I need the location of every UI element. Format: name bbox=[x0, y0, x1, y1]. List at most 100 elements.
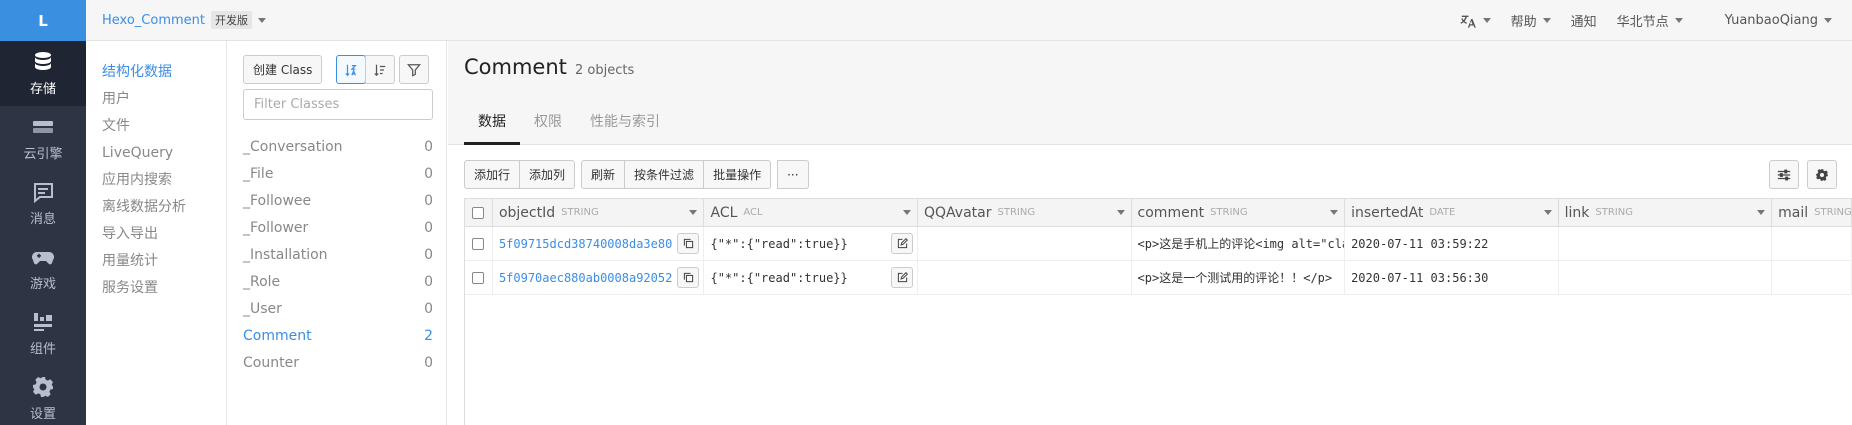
help-menu[interactable]: 帮助 bbox=[1511, 11, 1551, 30]
subnav-item-livequery[interactable]: LiveQuery bbox=[86, 140, 226, 167]
filter-classes-button[interactable] bbox=[399, 55, 430, 84]
rail-item-settings[interactable]: 设置 bbox=[0, 366, 86, 425]
copy-icon bbox=[683, 238, 694, 249]
rail-item-game[interactable]: 游戏 bbox=[0, 236, 86, 301]
column-header-qqavatar[interactable]: QQAvatar STRING bbox=[918, 199, 1132, 226]
select-all-cell bbox=[465, 199, 493, 226]
tab-indexes[interactable]: 性能与索引 bbox=[576, 103, 674, 145]
subnav-item-import-export[interactable]: 导入导出 bbox=[86, 221, 226, 248]
subnav-item-offline-analysis[interactable]: 离线数据分析 bbox=[86, 194, 226, 221]
rail-item-label: 存储 bbox=[29, 82, 56, 97]
class-item-installation[interactable]: _Installation 0 bbox=[243, 241, 433, 268]
edit-acl-button[interactable] bbox=[891, 267, 914, 288]
rail-item-message[interactable]: 消息 bbox=[0, 171, 86, 236]
sort-by-name-button[interactable] bbox=[336, 55, 367, 84]
qqavatar-cell[interactable] bbox=[918, 261, 1132, 294]
app-logo[interactable]: L bbox=[0, 0, 86, 41]
chevron-down-icon[interactable] bbox=[1543, 210, 1552, 215]
copy-button[interactable] bbox=[677, 267, 700, 288]
subnav-item-service-settings[interactable]: 服务设置 bbox=[86, 275, 226, 302]
subnav-item-files[interactable]: 文件 bbox=[86, 113, 226, 140]
class-count: 0 bbox=[424, 246, 433, 263]
row-checkbox[interactable] bbox=[472, 271, 485, 284]
chevron-down-icon[interactable] bbox=[689, 210, 698, 215]
add-row-button[interactable]: 添加行 bbox=[464, 160, 521, 189]
acl-cell[interactable]: {"*":{"read":true}} bbox=[704, 227, 919, 260]
chevron-down-icon[interactable] bbox=[1116, 210, 1125, 215]
tab-data[interactable]: 数据 bbox=[464, 103, 520, 145]
more-actions-button[interactable]: ··· bbox=[777, 160, 809, 189]
class-item-role[interactable]: _Role 0 bbox=[243, 268, 433, 295]
rail-item-components[interactable]: 组件 bbox=[0, 301, 86, 366]
app-selector[interactable]: Hexo_Comment bbox=[102, 13, 205, 28]
column-header-link[interactable]: link STRING bbox=[1559, 199, 1773, 226]
column-header-mail[interactable]: mail STRING bbox=[1772, 199, 1852, 226]
column-type: STRING bbox=[1595, 207, 1633, 218]
region-menu[interactable]: 华北节点 bbox=[1617, 11, 1683, 30]
components-icon bbox=[34, 313, 52, 331]
objectid-cell[interactable]: 5f09715dcd38740008da3e80 bbox=[493, 227, 705, 260]
batch-ops-button[interactable]: 批量操作 bbox=[703, 160, 772, 189]
comment-cell[interactable]: <p>这是一个测试用的评论！！</p> bbox=[1132, 261, 1346, 294]
class-item-comment[interactable]: Comment 2 bbox=[243, 322, 433, 349]
filter-classes-input[interactable]: Filter Classes bbox=[243, 89, 433, 120]
insertedat-cell[interactable]: 2020-07-11 03:56:30 bbox=[1345, 261, 1559, 294]
edit-acl-button[interactable] bbox=[891, 233, 914, 254]
user-name: YuanbaoQiang bbox=[1724, 13, 1818, 28]
mail-cell[interactable] bbox=[1772, 227, 1852, 260]
class-item-follower[interactable]: _Follower 0 bbox=[243, 214, 433, 241]
qqavatar-cell[interactable] bbox=[918, 227, 1132, 260]
subnav-item-in-app-search[interactable]: 应用内搜索 bbox=[86, 167, 226, 194]
add-column-button[interactable]: 添加列 bbox=[519, 160, 576, 189]
chevron-down-icon[interactable] bbox=[1757, 210, 1766, 215]
column-header-insertedat[interactable]: insertedAt DATE bbox=[1345, 199, 1559, 226]
column-header-acl[interactable]: ACL ACL bbox=[704, 199, 919, 226]
tab-permissions[interactable]: 权限 bbox=[520, 103, 576, 145]
acl-cell[interactable]: {"*":{"read":true}} bbox=[704, 261, 919, 294]
class-item-user[interactable]: _User 0 bbox=[243, 295, 433, 322]
chevron-down-icon[interactable] bbox=[903, 210, 912, 215]
language-menu[interactable] bbox=[1460, 13, 1491, 29]
select-all-checkbox[interactable] bbox=[472, 206, 485, 219]
column-name: objectId bbox=[498, 204, 556, 221]
subnav-item-usage-stats[interactable]: 用量统计 bbox=[86, 248, 226, 275]
class-name: Comment bbox=[243, 327, 312, 344]
column-type: STRING bbox=[561, 207, 599, 218]
class-count: 0 bbox=[424, 219, 433, 236]
database-icon bbox=[35, 52, 51, 70]
class-item-file[interactable]: _File 0 bbox=[243, 160, 433, 187]
refresh-button[interactable]: 刷新 bbox=[581, 160, 626, 189]
subnav-item-structured-data[interactable]: 结构化数据 bbox=[86, 59, 226, 86]
link-cell[interactable] bbox=[1559, 227, 1773, 260]
subnav-item-users[interactable]: 用户 bbox=[86, 86, 226, 113]
column-name: QQAvatar bbox=[924, 204, 992, 221]
column-type: STRING bbox=[1210, 207, 1248, 218]
chevron-down-icon[interactable] bbox=[1330, 210, 1339, 215]
column-header-comment[interactable]: comment STRING bbox=[1132, 199, 1346, 226]
class-item-counter[interactable]: Counter 0 bbox=[243, 349, 433, 376]
column-header-objectid[interactable]: objectId STRING bbox=[493, 199, 705, 226]
create-class-button[interactable]: 创建 Class bbox=[243, 55, 323, 84]
rail-item-storage[interactable]: 存储 bbox=[0, 41, 86, 106]
column-type: DATE bbox=[1429, 207, 1456, 218]
link-cell[interactable] bbox=[1559, 261, 1773, 294]
sort-by-count-button[interactable] bbox=[365, 55, 396, 84]
class-settings-button[interactable] bbox=[1807, 160, 1837, 189]
objectid-cell[interactable]: 5f0970aec880ab0008a92052 bbox=[493, 261, 705, 294]
class-name: _Follower bbox=[243, 219, 309, 236]
row-checkbox[interactable] bbox=[472, 237, 485, 250]
class-panel: 创建 Class Filter Classes _Conversation 0 _… bbox=[227, 41, 447, 425]
filter-rows-button[interactable]: 按条件过滤 bbox=[624, 160, 705, 189]
class-item-conversation[interactable]: _Conversation 0 bbox=[243, 133, 433, 160]
mail-cell[interactable] bbox=[1772, 261, 1852, 294]
notify-link[interactable]: 通知 bbox=[1571, 11, 1597, 30]
sort-desc-icon bbox=[374, 64, 386, 76]
chevron-down-icon[interactable] bbox=[257, 17, 266, 23]
insertedat-cell[interactable]: 2020-07-11 03:59:22 bbox=[1345, 227, 1559, 260]
user-menu[interactable]: YuanbaoQiang bbox=[1725, 13, 1832, 28]
copy-button[interactable] bbox=[677, 233, 700, 254]
column-settings-button[interactable] bbox=[1769, 160, 1799, 189]
class-item-followee[interactable]: _Followee 0 bbox=[243, 187, 433, 214]
comment-cell[interactable]: <p>这是手机上的评论<img alt="cla bbox=[1132, 227, 1346, 260]
rail-item-cloud-engine[interactable]: 云引擎 bbox=[0, 106, 86, 171]
